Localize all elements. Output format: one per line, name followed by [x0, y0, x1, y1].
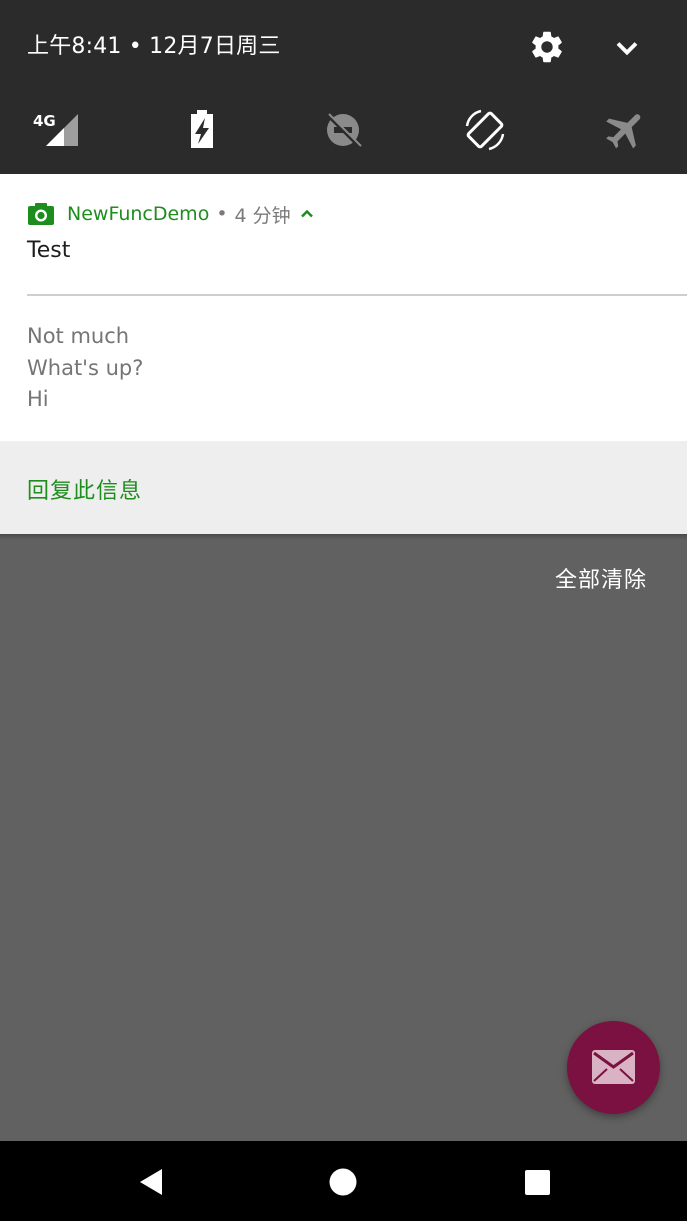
airplane-mode-icon[interactable] — [602, 106, 650, 154]
date-time: 上午8:41 • 12月7日周三 — [27, 34, 281, 59]
notification-title: Test — [27, 238, 71, 263]
notification-time: 4 分钟 — [234, 204, 291, 227]
notification-header: NewFuncDemo • 4 分钟 — [27, 200, 317, 228]
card-shadow — [0, 534, 687, 540]
reply-action-bar[interactable]: 回复此信息 — [0, 441, 687, 534]
cellular-signal-icon[interactable]: 4G — [32, 106, 80, 154]
camera-icon — [28, 203, 54, 225]
app-name: NewFuncDemo — [67, 203, 210, 225]
battery-saver-icon[interactable] — [178, 106, 226, 154]
chevron-down-icon[interactable] — [608, 30, 646, 66]
message-line: Hi — [27, 387, 49, 411]
quick-settings-panel: 上午8:41 • 12月7日周三 4G — [0, 0, 687, 174]
compose-mail-button[interactable] — [567, 1021, 660, 1114]
navigation-bar — [0, 1141, 687, 1221]
notification-card[interactable]: NewFuncDemo • 4 分钟 Test Not much What's … — [0, 174, 687, 441]
divider — [27, 294, 687, 296]
reply-button[interactable]: 回复此信息 — [27, 473, 142, 505]
home-icon[interactable] — [326, 1165, 360, 1199]
auto-rotate-icon[interactable] — [461, 106, 509, 154]
do-not-disturb-icon[interactable] — [319, 106, 367, 154]
header-separator: • — [216, 203, 228, 225]
message-line: Not much — [27, 324, 130, 348]
message-line: What's up? — [27, 356, 144, 380]
svg-text:4G: 4G — [33, 112, 56, 130]
clear-all-button[interactable]: 全部清除 — [555, 562, 647, 594]
chevron-up-icon[interactable] — [297, 204, 317, 224]
recents-icon[interactable] — [520, 1165, 554, 1199]
gear-icon[interactable] — [528, 28, 566, 66]
mail-icon — [592, 1050, 635, 1084]
back-icon[interactable] — [134, 1165, 168, 1199]
